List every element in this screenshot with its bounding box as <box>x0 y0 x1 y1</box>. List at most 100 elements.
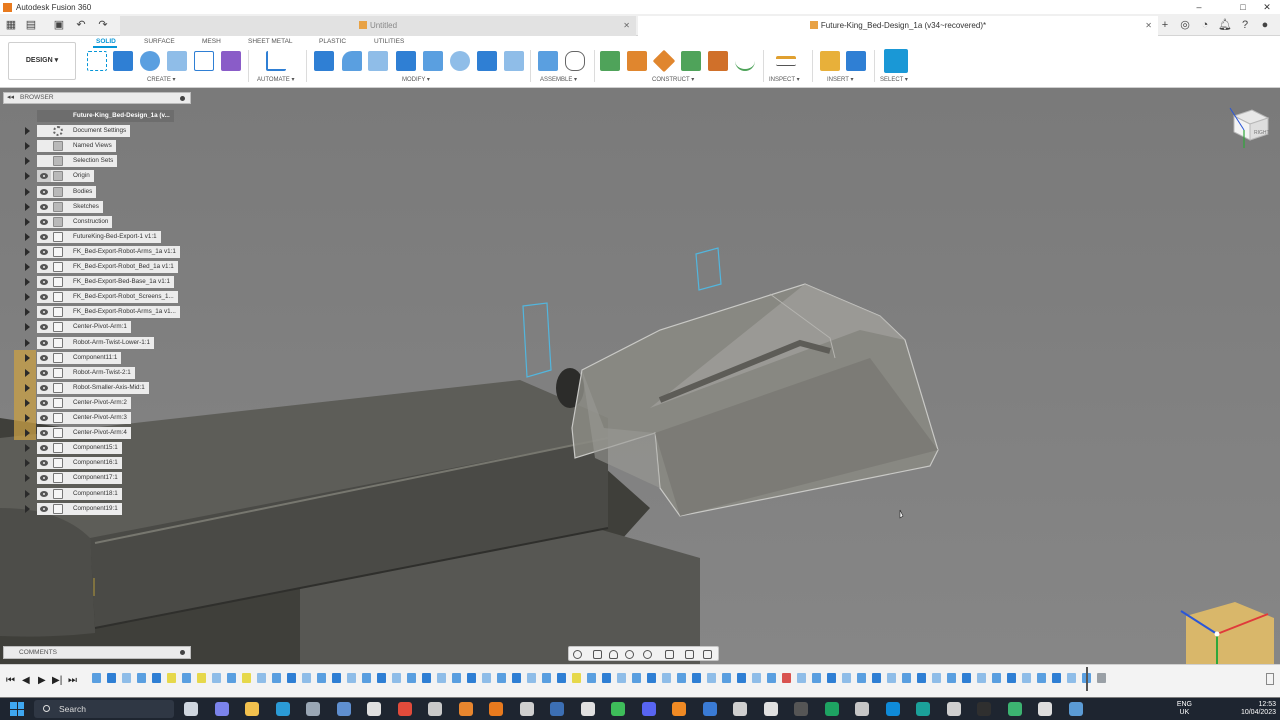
app-icon[interactable] <box>885 702 900 716</box>
timeline-feature[interactable] <box>137 673 146 683</box>
timeline-feature[interactable] <box>377 673 386 683</box>
timeline-feature[interactable] <box>752 673 761 683</box>
timeline-feature[interactable] <box>782 673 791 683</box>
visibility-eye-icon[interactable] <box>37 245 51 258</box>
app-icon[interactable] <box>580 702 595 716</box>
timeline-feature[interactable] <box>197 673 206 683</box>
timeline-feature[interactable] <box>842 673 851 683</box>
expand-arrow-icon[interactable] <box>25 172 30 181</box>
visibility-eye-icon[interactable] <box>37 291 51 304</box>
app-icon[interactable] <box>946 702 961 716</box>
timeline-feature[interactable] <box>122 673 131 683</box>
timeline-feature[interactable] <box>467 673 476 683</box>
automate-icon[interactable] <box>266 51 286 71</box>
app-icon[interactable] <box>702 702 717 716</box>
timeline-feature[interactable] <box>1022 673 1031 683</box>
fit-icon[interactable] <box>643 650 652 659</box>
offset-plane-icon[interactable] <box>600 51 620 71</box>
job-status-icon[interactable]: ◔ <box>1198 18 1212 32</box>
app-icon[interactable] <box>733 702 747 716</box>
expand-arrow-icon[interactable] <box>25 187 30 196</box>
tab-untitled[interactable]: Untitled ✕ <box>120 16 636 36</box>
timeline-feature[interactable] <box>497 673 506 683</box>
view-cube[interactable]: RIGHT <box>1228 104 1272 148</box>
tab-sheet-metal[interactable]: SHEET METAL <box>248 38 293 45</box>
discord-icon[interactable] <box>641 702 656 716</box>
visibility-eye-icon[interactable] <box>37 366 51 379</box>
expand-arrow-icon[interactable] <box>25 127 30 136</box>
app-icon[interactable] <box>1007 702 1022 716</box>
taskbar-search[interactable]: Search <box>34 700 174 718</box>
timeline-feature[interactable] <box>902 673 911 683</box>
timeline-feature[interactable] <box>662 673 671 683</box>
assemble-group-label[interactable]: ASSEMBLE ▾ <box>540 76 577 83</box>
construct-group-label[interactable]: CONSTRUCT ▾ <box>652 76 694 83</box>
timeline-feature[interactable] <box>557 673 566 683</box>
joint-icon[interactable] <box>565 51 585 71</box>
timeline-feature[interactable] <box>797 673 806 683</box>
timeline-feature[interactable] <box>512 673 521 683</box>
expand-arrow-icon[interactable] <box>25 247 30 256</box>
expand-arrow-icon[interactable] <box>25 202 30 211</box>
create-sketch-icon[interactable] <box>87 51 107 71</box>
visibility-eye-icon[interactable] <box>37 200 51 213</box>
expand-arrow-icon[interactable] <box>25 232 30 241</box>
3d-viewport[interactable] <box>0 88 1280 664</box>
visibility-eye-icon[interactable] <box>37 396 51 409</box>
timeline-marker[interactable] <box>1086 667 1088 691</box>
save-icon[interactable]: ▣ <box>52 18 66 32</box>
file-explorer-icon[interactable] <box>245 702 259 716</box>
timeline-feature[interactable] <box>212 673 221 683</box>
timeline-feature[interactable] <box>917 673 926 683</box>
pan-icon[interactable] <box>609 650 618 659</box>
app-icon[interactable] <box>763 702 778 716</box>
visibility-eye-icon[interactable] <box>37 261 51 273</box>
measure-icon[interactable] <box>776 56 796 66</box>
timeline-feature[interactable] <box>167 673 176 683</box>
browser-pin-icon[interactable] <box>180 96 185 101</box>
orbit-icon[interactable] <box>573 650 582 659</box>
scale-icon[interactable] <box>477 51 497 71</box>
timeline-feature[interactable] <box>227 673 236 683</box>
app-icon[interactable] <box>1068 702 1083 716</box>
new-component-icon[interactable] <box>538 51 558 71</box>
workspace-switcher[interactable]: DESIGN ▾ <box>8 42 76 80</box>
app-icon[interactable] <box>428 702 442 716</box>
timeline-play-button[interactable]: ▶ <box>38 675 46 686</box>
app-icon[interactable] <box>367 702 381 716</box>
tab-solid[interactable]: SOLID <box>96 38 116 45</box>
tab-mesh[interactable]: MESH <box>202 38 221 45</box>
create-group-label[interactable]: CREATE ▾ <box>147 76 176 83</box>
profile-icon[interactable]: ● <box>1258 18 1272 32</box>
input-language[interactable]: ENG UK <box>1177 701 1192 717</box>
timeline-feature[interactable] <box>932 673 941 683</box>
expand-arrow-icon[interactable] <box>25 157 30 166</box>
grid-settings-icon[interactable] <box>685 650 694 659</box>
pattern-icon[interactable] <box>194 51 214 71</box>
timeline-feature[interactable] <box>257 673 266 683</box>
notifications-icon[interactable]: 🔔︎ <box>1218 18 1232 32</box>
vlc-icon[interactable] <box>672 702 686 716</box>
app-icon[interactable] <box>824 702 839 716</box>
expand-arrow-icon[interactable] <box>25 308 30 317</box>
app-icon[interactable] <box>550 702 564 716</box>
timeline-feature[interactable] <box>317 673 326 683</box>
minimize-button[interactable]: – <box>1188 0 1210 14</box>
timeline-feature[interactable] <box>1037 673 1046 683</box>
app-icon[interactable] <box>916 702 930 716</box>
timeline-feature[interactable] <box>992 673 1001 683</box>
visibility-eye-icon[interactable] <box>37 351 51 364</box>
visibility-eye-icon[interactable] <box>37 306 51 319</box>
visibility-eye-icon[interactable] <box>37 321 51 334</box>
edge-icon[interactable] <box>275 702 290 716</box>
fusion-icon[interactable] <box>489 702 503 716</box>
revolve-icon[interactable] <box>140 51 160 71</box>
expand-arrow-icon[interactable] <box>25 217 30 226</box>
timeline-feature[interactable] <box>737 673 746 683</box>
fillet-icon[interactable] <box>342 51 362 71</box>
visibility-eye-icon[interactable] <box>37 170 51 183</box>
timeline-feature[interactable] <box>602 673 611 683</box>
midplane-icon[interactable] <box>652 49 676 73</box>
redo-icon[interactable]: ↷ <box>96 18 110 32</box>
visibility-eye-icon[interactable] <box>37 276 51 289</box>
